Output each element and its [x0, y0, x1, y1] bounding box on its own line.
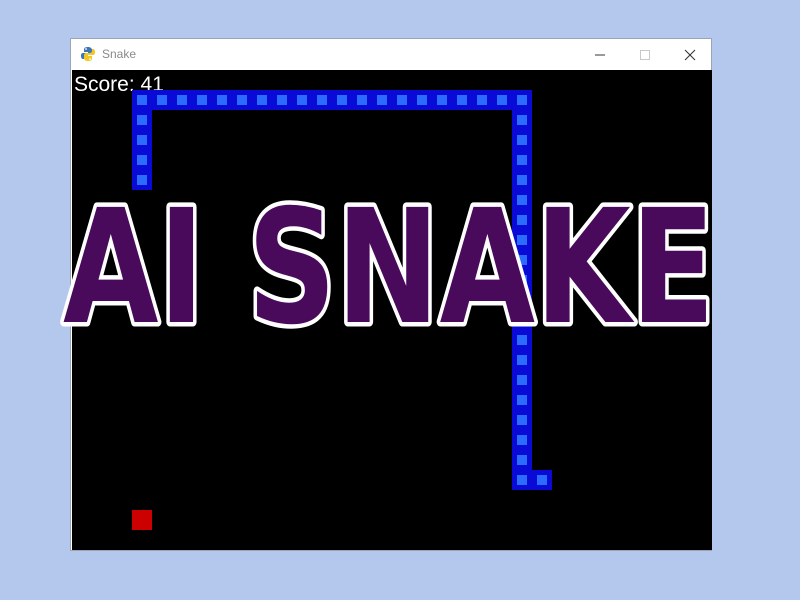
- snake-segment: [512, 470, 532, 490]
- snake-segment: [232, 90, 252, 110]
- snake-segment: [292, 90, 312, 110]
- ai-snake-title-overlay: AI SNAKE: [59, 188, 720, 338]
- snake-segment: [512, 150, 532, 170]
- snake-segment: [412, 90, 432, 110]
- snake-segment: [512, 370, 532, 390]
- maximize-button[interactable]: [622, 39, 667, 70]
- snake-segment: [432, 90, 452, 110]
- maximize-icon: [639, 49, 650, 60]
- snake-segment: [512, 350, 532, 370]
- snake-segment: [352, 90, 372, 110]
- snake-segment: [312, 90, 332, 110]
- snake-segment: [512, 130, 532, 150]
- food-pellet: [132, 510, 152, 530]
- snake-segment: [152, 90, 172, 110]
- minimize-icon: [594, 54, 605, 55]
- snake-segment: [512, 430, 532, 450]
- snake-segment: [172, 90, 192, 110]
- snake-segment: [192, 90, 212, 110]
- snake-segment: [512, 390, 532, 410]
- snake-segment: [132, 150, 152, 170]
- snake-segment: [492, 90, 512, 110]
- minimize-button[interactable]: [577, 39, 622, 70]
- snake-segment: [272, 90, 292, 110]
- python-snake-icon: [81, 47, 95, 61]
- snake-segment: [132, 90, 152, 110]
- snake-segment: [512, 90, 532, 110]
- snake-segment: [532, 470, 552, 490]
- snake-segment: [392, 90, 412, 110]
- snake-segment: [132, 130, 152, 150]
- snake-segment: [512, 170, 532, 190]
- close-icon: [684, 49, 695, 60]
- title-bar[interactable]: Snake: [71, 39, 711, 70]
- snake-segment: [252, 90, 272, 110]
- snake-segment: [512, 110, 532, 130]
- snake-segment: [452, 90, 472, 110]
- close-button[interactable]: [667, 39, 712, 70]
- window-title: Snake: [102, 47, 137, 61]
- snake-segment: [512, 450, 532, 470]
- snake-segment: [332, 90, 352, 110]
- snake-segment: [512, 410, 532, 430]
- overlay-title-text: AI SNAKE: [63, 188, 715, 338]
- snake-segment: [132, 170, 152, 190]
- snake-segment: [472, 90, 492, 110]
- snake-segment: [212, 90, 232, 110]
- snake-segment: [132, 110, 152, 130]
- snake-segment: [372, 90, 392, 110]
